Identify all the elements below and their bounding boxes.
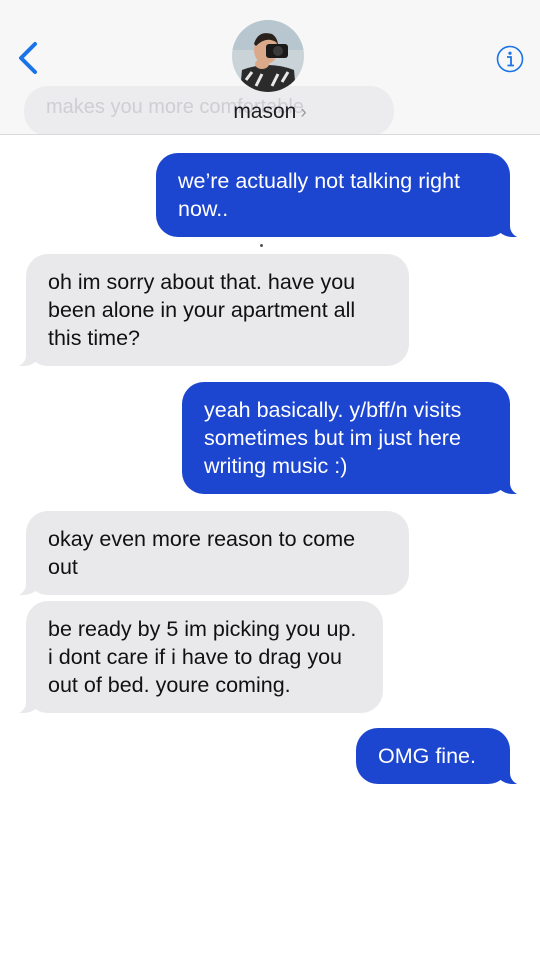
conversation-header: makes you more comfortable mason › bbox=[0, 0, 540, 135]
outgoing-message[interactable]: OMG fine. bbox=[356, 728, 524, 785]
incoming-message[interactable]: oh im sorry about that. have you been al… bbox=[12, 254, 409, 367]
contact-avatar[interactable] bbox=[232, 20, 304, 92]
incoming-message[interactable]: be ready by 5 im picking you up. i dont … bbox=[12, 601, 383, 714]
contact-chevron: › bbox=[300, 102, 307, 123]
back-button[interactable] bbox=[14, 40, 42, 76]
outgoing-message[interactable]: yeah basically. y/bff/n visits sometimes… bbox=[182, 382, 524, 495]
chevron-left-icon bbox=[19, 42, 37, 74]
info-circle-icon bbox=[496, 45, 524, 73]
info-button[interactable] bbox=[496, 45, 524, 73]
incoming-message[interactable]: okay even more reason to come out bbox=[12, 511, 409, 596]
contact-name: mason bbox=[233, 100, 297, 123]
typing-dot bbox=[260, 244, 263, 247]
message-thread[interactable]: we’re actually not talking right now.. o… bbox=[0, 134, 540, 960]
contact-name-button[interactable]: mason › bbox=[0, 100, 540, 124]
outgoing-message[interactable]: we’re actually not talking right now.. bbox=[156, 153, 524, 238]
